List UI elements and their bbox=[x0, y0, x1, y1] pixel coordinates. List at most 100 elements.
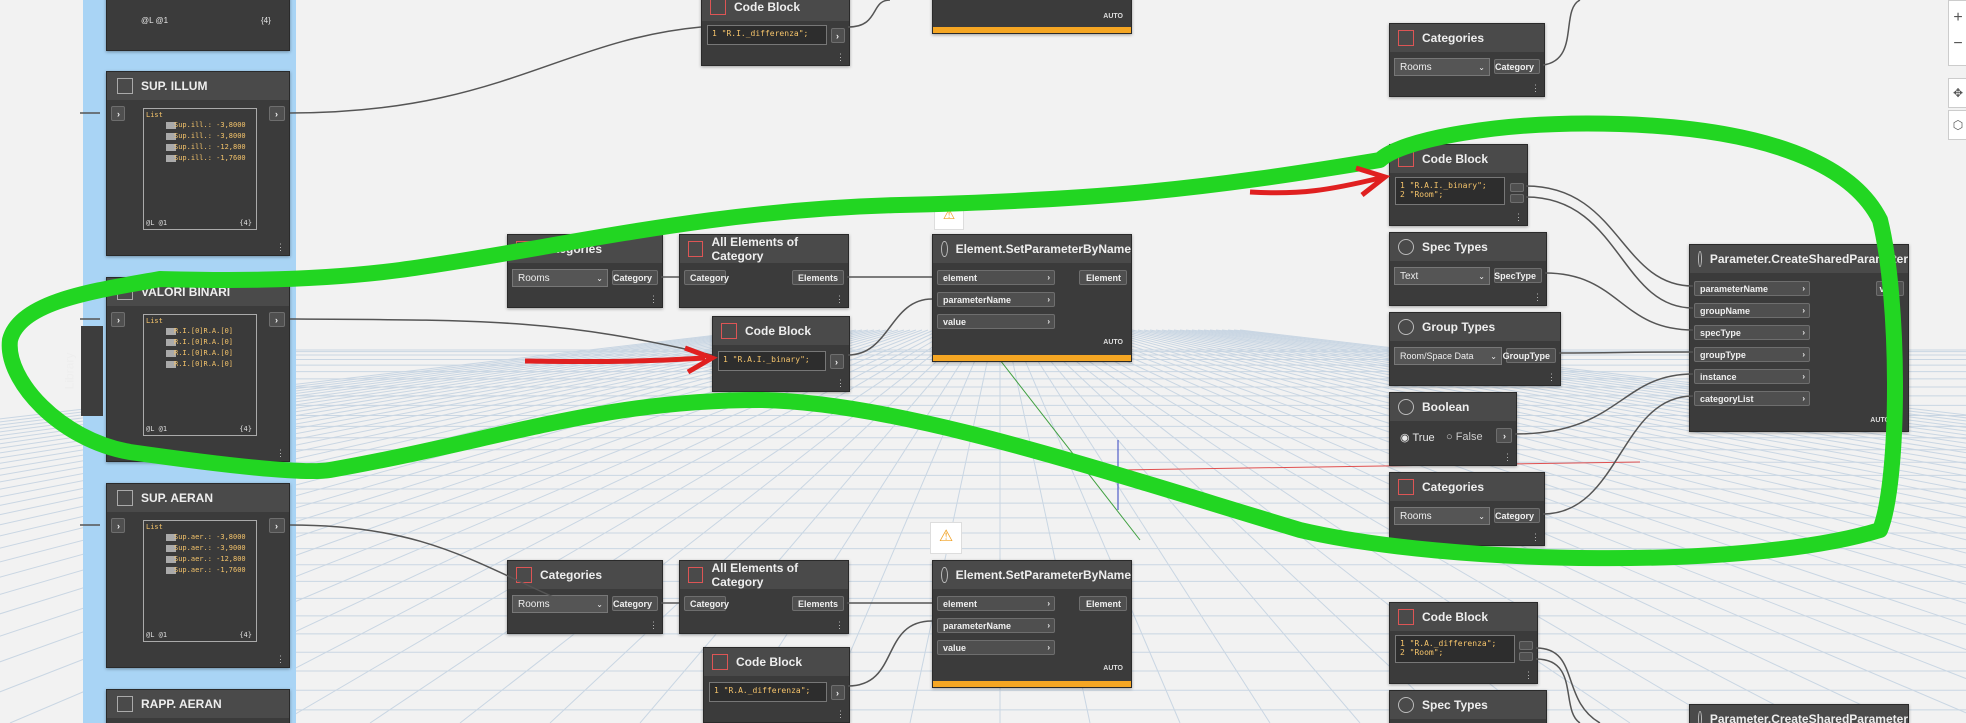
input-port[interactable]: › bbox=[111, 106, 125, 121]
input-port-instance[interactable]: instance › bbox=[1694, 369, 1810, 384]
output-port[interactable]: Category bbox=[612, 270, 658, 285]
code-editor[interactable]: 1 "R.I._differenza"; bbox=[707, 25, 827, 45]
output-port[interactable]: › bbox=[830, 354, 844, 369]
spec-types-node[interactable]: Spec Types Text ⌄ SpecType ⋮ bbox=[1389, 232, 1547, 306]
create-shared-parameter-node[interactable]: Parameter.CreateSharedParameter bbox=[1689, 704, 1909, 723]
code-block-node[interactable]: Code Block 1 "R.A.I._binary"; › ⋮ bbox=[712, 316, 850, 392]
code-editor[interactable]: 1 "R.A._differenza"; 2 "Room"; bbox=[1395, 635, 1515, 663]
radio-false[interactable]: ○ False bbox=[1446, 431, 1483, 443]
graph-canvas[interactable]: @L @1 {4} SUP. ILLUM › › List Sup.ill.: … bbox=[0, 0, 1966, 723]
category-dropdown[interactable]: Rooms ⌄ bbox=[1394, 507, 1490, 525]
group-types-node[interactable]: Group Types Room/Space Data ⌄ GroupType ⋮ bbox=[1389, 312, 1561, 386]
output-port[interactable]: Element bbox=[1079, 596, 1127, 611]
warning-icon[interactable]: ⚠ bbox=[930, 522, 962, 554]
watch-footer-left: @L @1 bbox=[146, 425, 168, 433]
categories-node[interactable]: Categories Rooms ⌄ Category ⋮ bbox=[1389, 472, 1545, 546]
input-port[interactable]: › bbox=[111, 312, 125, 327]
all-elements-of-category-node[interactable]: All Elements of Category Category Elemen… bbox=[679, 560, 849, 634]
library-tab[interactable]: Library bbox=[62, 326, 103, 416]
output-port[interactable] bbox=[1510, 183, 1524, 192]
all-elements-of-category-node[interactable]: All Elements of Category Category Elemen… bbox=[679, 234, 849, 308]
output-port[interactable]: Category bbox=[1494, 59, 1540, 74]
node-title: All Elements of Category bbox=[711, 235, 799, 263]
fit-view-button[interactable]: ✥ bbox=[1948, 78, 1966, 108]
input-port-parameterName[interactable]: parameterName › bbox=[937, 292, 1055, 307]
category-dropdown[interactable]: Rooms ⌄ bbox=[1394, 58, 1490, 76]
output-port[interactable]: › bbox=[269, 518, 285, 533]
output-port[interactable]: Element bbox=[1079, 270, 1127, 285]
watch-node-sup-illum[interactable]: SUP. ILLUM › › List Sup.ill.: -3,8000 Su… bbox=[106, 71, 290, 256]
output-port[interactable] bbox=[1519, 641, 1533, 650]
categories-node[interactable]: Categories Rooms ⌄ Category ⋮ bbox=[1389, 23, 1545, 97]
output-port[interactable]: Elements bbox=[792, 596, 844, 611]
input-port-value[interactable]: value › bbox=[937, 314, 1055, 329]
zoom-in-button[interactable]: + bbox=[1949, 9, 1966, 27]
input-port[interactable]: › bbox=[111, 518, 125, 533]
input-port-groupName[interactable]: groupName › bbox=[1694, 303, 1810, 318]
spec-type-dropdown[interactable]: Text ⌄ bbox=[1394, 267, 1490, 285]
code-block-icon bbox=[1398, 609, 1414, 625]
radio-true[interactable]: ◉ True bbox=[1400, 431, 1435, 444]
watch-node-valori-binari[interactable]: VALORI BINARI › › List R.I.[0]R.A.[0] R.… bbox=[106, 277, 290, 462]
watch-node-sup-aeran[interactable]: SUP. AERAN › › List Sup.aer.: -3,8000 Su… bbox=[106, 483, 290, 668]
node-title: VALORI BINARI bbox=[141, 285, 231, 299]
code-editor[interactable]: 1 "R.A._differenza"; bbox=[709, 682, 827, 702]
output-port[interactable]: › bbox=[269, 106, 285, 121]
code-block-icon bbox=[712, 654, 728, 670]
input-port-groupType[interactable]: groupType › bbox=[1694, 347, 1810, 362]
code-editor[interactable]: 1 "R.A.I._binary"; 2 "Room"; bbox=[1395, 177, 1505, 205]
input-port-parameterName[interactable]: parameterName › bbox=[1694, 281, 1810, 296]
set-parameter-by-name-node[interactable]: Element.SetParameterByName element › para… bbox=[932, 234, 1132, 362]
output-port[interactable]: › bbox=[269, 312, 285, 327]
code-block-node[interactable]: Code Block 1 "R.I._differenza"; › ⋮ bbox=[701, 0, 850, 66]
watch-footer-right: {4} bbox=[239, 425, 252, 433]
output-port[interactable]: Category bbox=[612, 596, 658, 611]
input-port[interactable]: Category bbox=[684, 596, 729, 611]
input-port-specType[interactable]: specType › bbox=[1694, 325, 1810, 340]
watch-node-top-fragment[interactable]: @L @1 {4} bbox=[106, 0, 290, 51]
output-port[interactable]: › bbox=[831, 28, 845, 43]
set-parameter-node-top[interactable]: AUTO bbox=[932, 0, 1132, 34]
dropdown-value: Rooms bbox=[1400, 61, 1432, 73]
all-elements-icon bbox=[688, 241, 704, 257]
categories-node[interactable]: Categories Rooms ⌄ Category ⋮ bbox=[507, 234, 663, 308]
output-port[interactable]: GroupType bbox=[1503, 348, 1556, 363]
code-block-node[interactable]: Code Block 1 "R.A.I._binary"; 2 "Room"; … bbox=[1389, 144, 1528, 226]
input-port-element[interactable]: element › bbox=[937, 596, 1055, 611]
parameter-icon bbox=[1698, 711, 1702, 723]
watch-icon bbox=[117, 284, 133, 300]
node-title: Spec Types bbox=[1422, 698, 1488, 712]
input-port-parameterName[interactable]: parameterName › bbox=[937, 618, 1055, 633]
code-block-node[interactable]: Code Block 1 "R.A._differenza"; 2 "Room"… bbox=[1389, 602, 1538, 684]
input-port-element[interactable]: element › bbox=[937, 270, 1055, 285]
output-port[interactable]: Elements bbox=[792, 270, 844, 285]
create-shared-parameter-node[interactable]: Parameter.CreateSharedParameter paramete… bbox=[1689, 244, 1909, 432]
zoom-out-button[interactable]: − bbox=[1949, 35, 1966, 53]
node-title: Code Block bbox=[734, 0, 801, 14]
list-item: Sup.ill.: -1,7600 bbox=[174, 154, 246, 162]
spec-types-node[interactable]: Spec Types bbox=[1389, 690, 1547, 723]
input-port-categoryList[interactable]: categoryList › bbox=[1694, 391, 1810, 406]
output-port-void[interactable]: void bbox=[1876, 281, 1904, 296]
category-dropdown[interactable]: Rooms ⌄ bbox=[512, 595, 608, 613]
input-port-value[interactable]: value › bbox=[937, 640, 1055, 655]
output-port[interactable] bbox=[1519, 652, 1533, 661]
output-port[interactable]: › bbox=[831, 685, 845, 700]
code-block-node[interactable]: Code Block 1 "R.A._differenza"; › ⋮ bbox=[703, 647, 850, 723]
output-port[interactable]: › bbox=[1496, 428, 1512, 443]
code-editor[interactable]: 1 "R.A.I._binary"; bbox=[718, 351, 826, 371]
output-port[interactable] bbox=[1510, 194, 1524, 203]
categories-node[interactable]: Categories Rooms ⌄ Category ⋮ bbox=[507, 560, 663, 634]
warning-icon[interactable]: ⚠ bbox=[934, 200, 964, 230]
view-3d-button[interactable]: ⬡ bbox=[1948, 110, 1966, 140]
output-port[interactable]: SpecType bbox=[1494, 268, 1542, 283]
input-port[interactable]: Category bbox=[684, 270, 729, 285]
category-dropdown[interactable]: Rooms ⌄ bbox=[512, 269, 608, 287]
watch-node-rapp-aeran[interactable]: RAPP. AERAN bbox=[106, 689, 290, 723]
list-item: Sup.ill.: -12,800 bbox=[174, 143, 246, 151]
node-title: Parameter.CreateSharedParameter bbox=[1709, 252, 1908, 266]
output-port[interactable]: Category bbox=[1494, 508, 1540, 523]
boolean-node[interactable]: Boolean ◉ True ○ False › ⋮ bbox=[1389, 392, 1517, 466]
group-type-dropdown[interactable]: Room/Space Data ⌄ bbox=[1394, 347, 1502, 365]
set-parameter-by-name-node[interactable]: Element.SetParameterByName element › para… bbox=[932, 560, 1132, 688]
